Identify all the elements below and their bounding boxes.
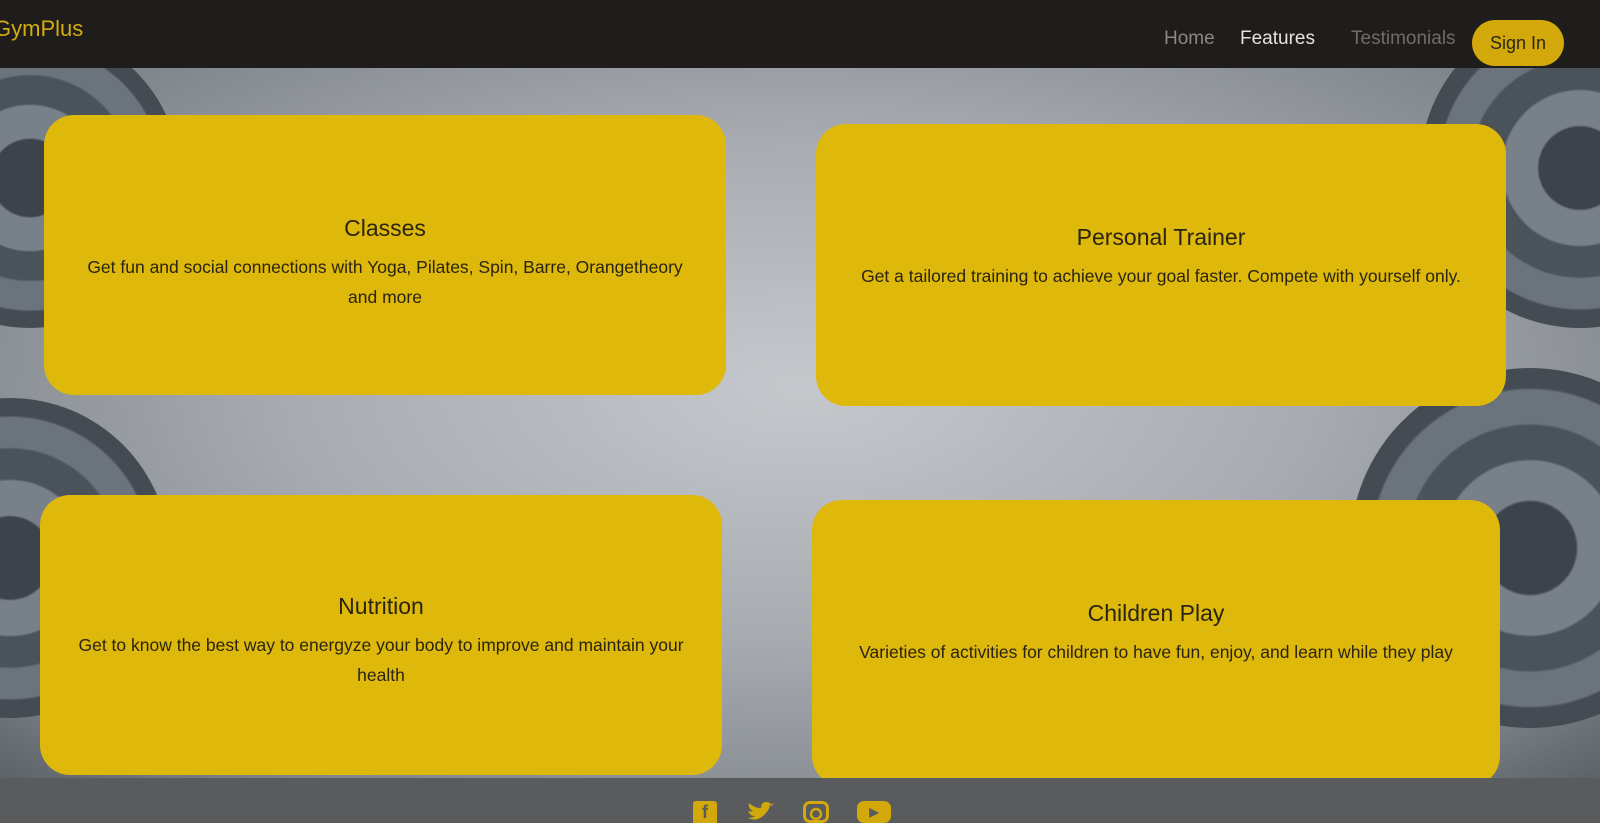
feature-title: Classes bbox=[344, 215, 426, 241]
feature-card-children-play: Children Play Varieties of activities fo… bbox=[812, 500, 1500, 786]
feature-title: Nutrition bbox=[338, 593, 424, 619]
feature-title: Children Play bbox=[1087, 600, 1225, 626]
instagram-icon[interactable] bbox=[803, 801, 829, 823]
feature-card-personal-trainer: Personal Trainer Get a tailored training… bbox=[816, 124, 1506, 406]
top-navbar: GymPlus Home Features Testimonials Sign … bbox=[0, 0, 1600, 72]
twitter-icon[interactable] bbox=[746, 801, 776, 823]
feature-description: Get a tailored training to achieve your … bbox=[861, 266, 1461, 286]
feature-card-classes: Classes Get fun and social connections w… bbox=[44, 115, 726, 395]
brand-logo[interactable]: GymPlus bbox=[0, 16, 83, 42]
youtube-icon[interactable]: ▶ bbox=[857, 801, 891, 823]
nav-home-link[interactable]: Home bbox=[1164, 28, 1215, 50]
facebook-icon[interactable]: f bbox=[693, 801, 717, 823]
feature-description: Get fun and social connections with Yoga… bbox=[87, 257, 683, 307]
nav-testimonials-link[interactable]: Testimonials bbox=[1351, 28, 1456, 50]
feature-description: Varieties of activities for children to … bbox=[859, 642, 1453, 662]
feature-title: Personal Trainer bbox=[1076, 224, 1246, 250]
footer: f ▶ bbox=[0, 778, 1600, 823]
sign-in-button[interactable]: Sign In bbox=[1472, 20, 1564, 66]
nav-features-link[interactable]: Features bbox=[1240, 28, 1315, 50]
feature-card-nutrition: Nutrition Get to know the best way to en… bbox=[40, 495, 722, 775]
feature-description: Get to know the best way to energyze you… bbox=[78, 635, 684, 685]
